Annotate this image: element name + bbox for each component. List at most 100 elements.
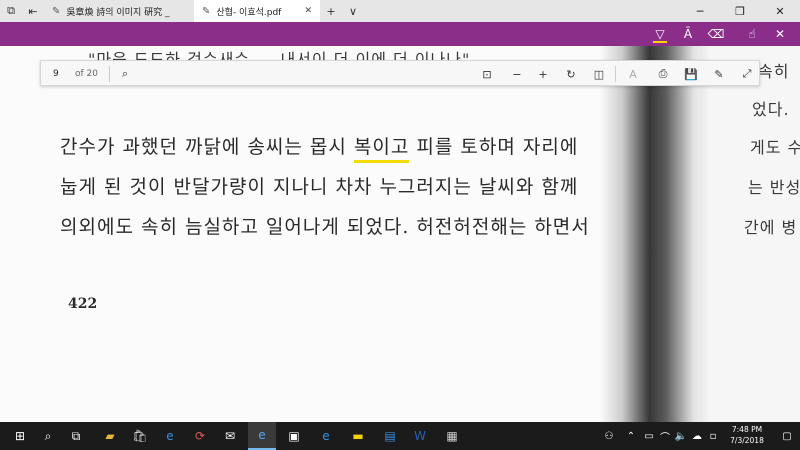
- taskbar-clock[interactable]: 7:48 PM 7/3/2018: [722, 424, 772, 448]
- taskbar-store[interactable]: 🛍: [126, 422, 154, 450]
- task-view-icon: ⧉: [71, 428, 81, 443]
- calculator-icon: ▦: [446, 429, 458, 443]
- highlighter-icon: ▽: [655, 27, 665, 41]
- people-button[interactable]: ⚇: [600, 422, 618, 450]
- save-icon: 💾: [684, 67, 698, 81]
- restore-icon: ❐: [735, 4, 745, 18]
- back-tabs-icon: ⇤: [28, 4, 38, 18]
- taskbar-app[interactable]: ⟳: [186, 422, 214, 450]
- pdf-pen-icon: ✎: [202, 5, 211, 17]
- taskbar-word[interactable]: W: [406, 422, 434, 450]
- taskbar-edge[interactable]: e: [248, 422, 276, 450]
- sticky-notes-icon: ▣: [288, 429, 300, 443]
- set-aside-tabs-button[interactable]: ⧉: [0, 0, 22, 22]
- zoom-in-icon: +: [538, 67, 548, 81]
- fit-page-button[interactable]: ⊡: [477, 64, 497, 84]
- zoom-in-button[interactable]: +: [533, 64, 553, 84]
- save-button[interactable]: 💾: [681, 64, 701, 84]
- right-line-2: 었다.: [752, 100, 790, 119]
- close-icon: ✕: [774, 27, 786, 41]
- network-indicator[interactable]: ⌒: [658, 422, 672, 450]
- chevron-up-icon: ⌃: [626, 430, 636, 442]
- touch-write-button[interactable]: ☝: [740, 24, 764, 44]
- taskbar-mail[interactable]: ✉: [216, 422, 244, 450]
- ime-icon: ▫: [709, 430, 717, 442]
- taskbar-app-2[interactable]: ▤: [376, 422, 404, 450]
- search-icon: ⌕: [44, 428, 52, 443]
- zoom-out-button[interactable]: −: [507, 64, 527, 84]
- store-icon: 🛍: [132, 429, 148, 443]
- clock-date: 7/3/2018: [730, 436, 764, 445]
- right-line-5: 간에 병: [744, 218, 798, 237]
- task-view-button[interactable]: ⧉: [62, 422, 90, 450]
- volume-icon: 🔈: [674, 430, 688, 442]
- internet-explorer-icon: e: [166, 429, 174, 443]
- highlight-color-indicator: [653, 41, 667, 43]
- text-highlight-icon: Ā: [683, 27, 693, 41]
- page-number-input[interactable]: 9: [47, 65, 71, 83]
- close-icon: ✕: [775, 4, 785, 18]
- save-as-button[interactable]: ✎: [709, 64, 729, 84]
- new-tab-button[interactable]: +: [320, 0, 342, 22]
- input-method-indicator[interactable]: ▫: [706, 422, 720, 450]
- taskbar-ie[interactable]: e: [156, 422, 184, 450]
- minimize-button[interactable]: ─: [680, 0, 720, 22]
- eraser-button[interactable]: ⌫: [704, 24, 728, 44]
- find-button[interactable]: ⌕: [115, 64, 135, 84]
- tabs-aside-icon: ⧉: [7, 4, 15, 17]
- action-center-button[interactable]: ▢: [778, 422, 796, 450]
- touch-write-icon: ☝: [748, 27, 756, 41]
- close-ink-button[interactable]: ✕: [768, 24, 792, 44]
- mail-icon: ✉: [224, 429, 236, 443]
- notification-icon: ▢: [782, 430, 792, 442]
- taskbar-notes[interactable]: ▣: [280, 422, 308, 450]
- highlighter-button[interactable]: ▽: [648, 24, 672, 44]
- close-icon[interactable]: ✕: [304, 6, 312, 16]
- ink-toolbar: ▽ Ā ⌫ ☝ ✕: [0, 22, 800, 46]
- save-as-icon: ✎: [714, 67, 724, 81]
- print-button[interactable]: ⎙: [653, 64, 673, 84]
- page-gutter-shadow: [600, 46, 710, 422]
- tab-inactive[interactable]: ✎ 吳章煥 詩의 이미지 硏究 _: [44, 0, 194, 22]
- read-aloud-button[interactable]: A: [623, 64, 643, 84]
- document-app-icon: ▤: [384, 429, 396, 443]
- text-highlight-button[interactable]: Ā: [676, 24, 700, 44]
- pdf-document-view[interactable]: "마음 드드하 걱수새수 ... 내서이 더 이에 더 이나나" 간수가 과했던…: [0, 46, 800, 422]
- right-page: 속히 었다. 게도 수 는 반성 간에 병: [700, 46, 800, 422]
- battery-indicator[interactable]: ▭: [642, 422, 656, 450]
- left-page: "마음 드드하 걱수새수 ... 내서이 더 이에 더 이나나" 간수가 과했던…: [0, 46, 700, 422]
- taskbar-file-explorer[interactable]: ▰: [96, 422, 124, 450]
- onedrive-indicator[interactable]: ☁: [690, 422, 704, 450]
- title-bar: ⧉ ⇤ ✎ 吳章煥 詩의 이미지 硏究 _ ✎ 산협- 이효석.pdf ✕ + …: [0, 0, 800, 22]
- chat-icon: ▬: [352, 429, 364, 443]
- tab-title: 산협- 이효석.pdf: [216, 7, 282, 18]
- taskbar-kakaotalk[interactable]: ▬: [344, 422, 372, 450]
- right-line-3: 게도 수: [750, 138, 800, 157]
- taskbar-calculator[interactable]: ▦: [438, 422, 466, 450]
- text-line-1: 간수가 과했던 까닭에 송씨는 몹시 복이고 피를 토하며 자리에: [60, 132, 578, 163]
- fullscreen-icon: ⤢: [742, 67, 752, 80]
- print-icon: ⎙: [658, 67, 668, 80]
- start-button[interactable]: ⊞: [6, 422, 34, 450]
- page-total-label: of 20: [75, 69, 98, 79]
- yellow-underline-annotation[interactable]: 복이고: [353, 132, 410, 163]
- rotate-button[interactable]: ↻: [561, 64, 581, 84]
- windows-logo-icon: ⊞: [14, 429, 26, 443]
- fullscreen-button[interactable]: ⤢: [737, 64, 757, 84]
- search-icon: ⌕: [121, 67, 129, 80]
- rotate-icon: ↻: [566, 67, 576, 81]
- taskbar-ie-2[interactable]: e: [312, 422, 340, 450]
- show-tabs-aside-button[interactable]: ⇤: [22, 0, 44, 22]
- word-icon: W: [414, 429, 426, 443]
- restore-button[interactable]: ❐: [720, 0, 760, 22]
- volume-indicator[interactable]: 🔈: [674, 422, 688, 450]
- eraser-icon: ⌫: [707, 27, 725, 41]
- people-icon: ⚇: [604, 430, 614, 442]
- tab-list-button[interactable]: ∨: [342, 0, 364, 22]
- page-layout-button[interactable]: ◫: [589, 64, 609, 84]
- app-icon: ⟳: [194, 429, 206, 443]
- show-hidden-icons-button[interactable]: ⌃: [624, 422, 638, 450]
- tab-active[interactable]: ✎ 산협- 이효석.pdf ✕: [194, 0, 320, 22]
- search-button[interactable]: ⌕: [34, 422, 62, 450]
- close-window-button[interactable]: ✕: [760, 0, 800, 22]
